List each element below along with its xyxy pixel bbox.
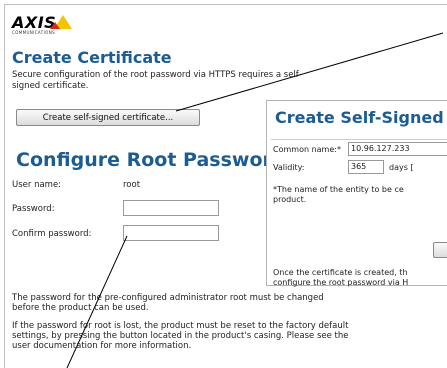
create-self-signed-dialog: Create Self-Signed Common name:* 10.96.1… — [266, 100, 447, 287]
dialog-ok-button[interactable] — [433, 242, 447, 258]
common-name-label: Common name:* — [273, 145, 341, 154]
user-name-label: User name: — [12, 180, 62, 190]
create-certificate-description: Secure configuration of the root passwor… — [12, 70, 302, 91]
footer-text-line3: If the password for root is lost, the pr… — [12, 321, 349, 331]
dialog-separator — [271, 139, 447, 140]
user-name-value: root — [123, 180, 141, 190]
footer-text-line2: before the product can be used. — [12, 303, 149, 313]
create-self-signed-certificate-button[interactable]: Create self-signed certificate... — [16, 109, 200, 126]
footer-text-line5: user documentation for more information. — [12, 341, 192, 351]
validity-label: Validity: — [273, 163, 305, 172]
footer-text-line4: settings, by pressing the button located… — [12, 331, 349, 341]
dialog-info-line1: Once the certificate is created, th — [273, 268, 408, 277]
common-name-note-line2: product. — [273, 195, 307, 204]
validity-input[interactable]: 365 — [348, 160, 384, 174]
confirm-password-input[interactable] — [123, 225, 219, 241]
dialog-title: Create Self-Signed — [275, 108, 444, 127]
axis-logo: AXIS COMMUNICATIONS — [12, 13, 72, 43]
common-name-input[interactable]: 10.96.127.233 — [348, 142, 447, 156]
configure-root-password-title: Configure Root Password — [16, 149, 286, 171]
logo-triangle-red-icon — [50, 22, 60, 29]
validity-unit-label: days [ — [389, 163, 414, 172]
password-input[interactable] — [123, 200, 219, 216]
create-certificate-title: Create Certificate — [12, 48, 172, 67]
dialog-info-line2: configure the root password via H — [273, 278, 409, 287]
password-label: Password: — [12, 204, 55, 214]
common-name-note-line1: *The name of the entity to be ce — [273, 185, 404, 194]
footer-text-line1: The password for the pre-configured admi… — [12, 293, 324, 303]
confirm-password-label: Confirm password: — [12, 229, 92, 239]
logo-subtitle: COMMUNICATIONS — [12, 30, 56, 35]
